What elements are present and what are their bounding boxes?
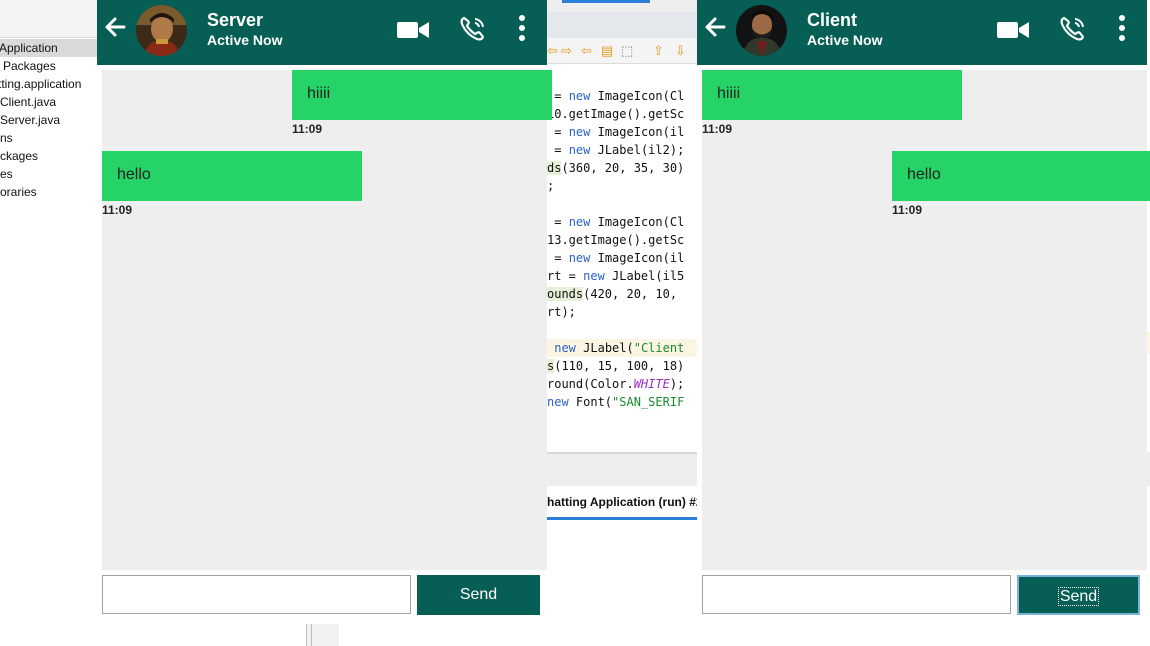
message-bubble-sent: hello <box>892 151 1150 201</box>
arrow-right-icon[interactable]: ⇨ <box>561 44 575 57</box>
scrollbar[interactable] <box>306 624 339 646</box>
output-tab[interactable]: hatting Application (run) #2 <box>547 486 697 520</box>
tree-item-application[interactable]: Application <box>0 39 100 57</box>
contact-name: Client <box>807 10 858 30</box>
ide-tree-topbar <box>0 0 100 38</box>
arrow-left-icon[interactable]: ⇦ <box>581 44 595 57</box>
tree-item-ns[interactable]: ns <box>0 129 100 147</box>
contact-status: Active Now <box>207 32 283 48</box>
message-area: hiiii 11:09 hello 11:09 <box>702 70 1150 570</box>
phone-icon[interactable] <box>1059 16 1087 42</box>
code-line: = new ImageIcon(Cl <box>547 89 685 103</box>
message-text: hiiii <box>717 85 741 102</box>
message-text: hello <box>907 166 941 183</box>
chat-header: Client Active Now <box>697 0 1147 65</box>
code-line: s(110, 15, 100, 18) <box>547 359 685 373</box>
tree-item-packages-2[interactable]: ckages <box>0 147 100 165</box>
ide-editor: ⇦ ⇨ ⇦ ▤ ⬚ ⇧ ⇩ = new ImageIcon(Cl 10.getI… <box>547 0 697 646</box>
phone-icon[interactable] <box>459 16 487 42</box>
avatar <box>736 5 787 56</box>
code-line: ; <box>547 179 555 193</box>
message-input[interactable] <box>702 575 1011 614</box>
send-button[interactable]: Send <box>1017 575 1140 615</box>
code-line: ounds(420, 20, 10, <box>547 287 685 301</box>
message-timestamp: 11:09 <box>292 122 323 136</box>
message-timestamp: 11:09 <box>702 122 733 136</box>
active-tab-indicator <box>562 0 650 3</box>
output-header <box>547 454 697 486</box>
code-line: 13.getImage().getSc <box>547 233 685 247</box>
video-call-icon[interactable] <box>997 20 1029 40</box>
more-options-icon[interactable] <box>1115 14 1129 42</box>
tree-item-server-java[interactable]: Server.java <box>0 111 100 129</box>
code-line: = new JLabel(il2); <box>547 143 685 157</box>
desktop: Application Packages tting.application C… <box>0 0 1150 646</box>
code-line: rt = new JLabel(il5 <box>547 269 685 283</box>
message-bubble-received: hello <box>102 151 362 201</box>
contact-status: Active Now <box>807 32 883 48</box>
tree-item-chatting-application[interactable]: tting.application <box>0 75 100 93</box>
tree-item-packages[interactable]: Packages <box>0 57 100 75</box>
code-line: 10.getImage().getSc <box>547 107 685 121</box>
editor-divider <box>547 420 697 454</box>
send-button[interactable]: Send <box>417 575 540 615</box>
code-line: = new ImageIcon(il <box>547 251 685 265</box>
select-icon[interactable]: ⬚ <box>621 44 635 57</box>
arrow-up-icon[interactable]: ⇧ <box>653 44 667 57</box>
tree-item-client-java[interactable]: Client.java <box>0 93 100 111</box>
editor-tabbar <box>547 0 697 38</box>
avatar <box>136 5 187 56</box>
back-arrow-icon[interactable] <box>104 16 126 38</box>
message-text: hello <box>117 166 151 183</box>
contact-name: Server <box>207 10 264 30</box>
message-timestamp: 11:09 <box>892 203 923 217</box>
message-area: hiiii 11:09 hello 11:09 <box>102 70 552 570</box>
video-call-icon[interactable] <box>397 20 429 40</box>
client-chat-window: Client Active Now hiiii 11:09 hello 11:0… <box>697 0 1150 620</box>
message-timestamp: 11:09 <box>102 203 133 217</box>
server-chat-window: Server Active Now hiiii 11:09 hello 11:0… <box>97 0 552 620</box>
ide-project-tree: Application Packages tting.application C… <box>0 0 100 646</box>
window-icon[interactable]: ▤ <box>601 44 615 57</box>
message-bubble-received: hiiii <box>702 70 962 120</box>
arrow-down-icon[interactable]: ⇩ <box>675 44 689 57</box>
code-line: rt); <box>547 305 576 319</box>
message-input[interactable] <box>102 575 411 614</box>
chat-header: Server Active Now <box>97 0 547 65</box>
code-line: new Font("SAN_SERIF <box>547 395 685 409</box>
code-line: new JLabel("Client <box>547 339 697 357</box>
message-text: hiiii <box>307 85 331 102</box>
message-bubble-sent: hiiii <box>292 70 552 120</box>
code-line: = new ImageIcon(il <box>547 125 685 139</box>
code-line: ds(360, 20, 35, 30) <box>547 161 685 175</box>
more-options-icon[interactable] <box>515 14 529 42</box>
arrow-left-icon[interactable]: ⇦ <box>547 44 561 57</box>
tree-item-es[interactable]: es <box>0 165 100 183</box>
back-arrow-icon[interactable] <box>704 16 726 38</box>
tree-item-libraries[interactable]: oraries <box>0 183 100 201</box>
code-line: = new ImageIcon(Cl <box>547 215 685 229</box>
code-line: round(Color.WHITE); <box>547 377 685 391</box>
